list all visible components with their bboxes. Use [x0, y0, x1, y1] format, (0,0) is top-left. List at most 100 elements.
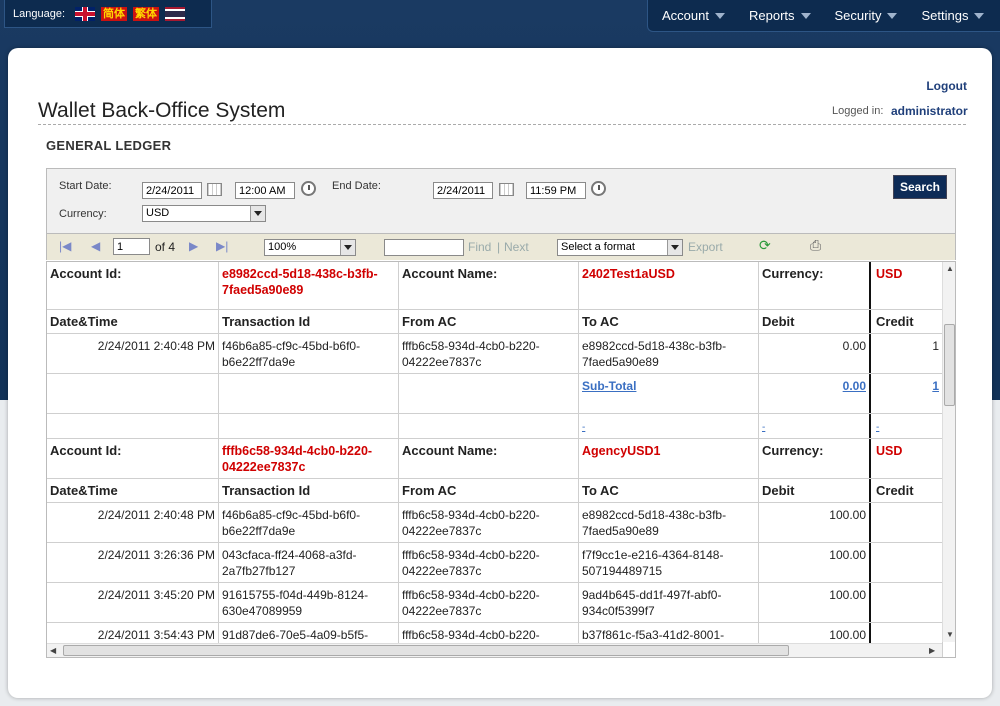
table-row: 2/24/2011 3:26:36 PM 043cfaca-ff24-4068-…	[47, 543, 943, 583]
menu-security[interactable]: Security	[821, 0, 908, 31]
column-header-row: Date&Time Transaction Id From AC To AC D…	[47, 479, 943, 503]
currency-label: Currency:	[759, 439, 871, 478]
scroll-up-icon[interactable]: ▲	[946, 264, 954, 273]
language-bar: Language: 简体 繁体	[4, 0, 212, 28]
logged-in-user[interactable]: administrator	[891, 104, 968, 118]
refresh-icon[interactable]: ⟳	[759, 237, 771, 254]
vertical-scrollbar[interactable]: ▲ ▼	[942, 262, 955, 642]
next-link[interactable]: Next	[504, 240, 529, 254]
row-transaction-id: f46b6a85-cf9c-45bd-b6f0-b6e22ff7da9e	[219, 503, 399, 542]
table-row: 2/24/2011 3:45:20 PM 91615755-f04d-449b-…	[47, 583, 943, 623]
scroll-right-icon[interactable]: ▶	[929, 646, 935, 655]
traditional-chinese-link[interactable]: 繁体	[133, 6, 159, 21]
search-button[interactable]: Search	[893, 175, 947, 199]
horizontal-scrollbar[interactable]: ◀ ▶	[47, 643, 942, 657]
menu-reports-label: Reports	[748, 8, 795, 23]
find-link[interactable]: Find	[468, 240, 491, 254]
spacer-row: - - -	[47, 414, 943, 439]
divider	[38, 124, 966, 125]
toolbar-separator: |	[497, 240, 501, 254]
row-debit: 0.00	[759, 334, 871, 373]
account-header-row: Account Id: fffb6c58-934d-4cb0-b220-0422…	[47, 439, 943, 479]
zoom-select[interactable]: 100%	[264, 239, 356, 256]
currency-value: USD	[873, 262, 943, 309]
subtotal-row: Sub-Total 0.00 1	[47, 374, 943, 414]
next-page-icon[interactable]: ▶	[189, 239, 198, 253]
logout-link[interactable]: Logout	[926, 79, 967, 93]
currency-select[interactable]: USD	[142, 205, 266, 222]
row-to-ac: e8982ccd-5d18-438c-b3fb-7faed5a90e89	[579, 334, 759, 373]
horizontal-scroll-thumb[interactable]	[63, 645, 789, 656]
empty-cell	[399, 374, 579, 413]
page-count: of 4	[155, 240, 176, 254]
start-time-input[interactable]	[235, 182, 295, 199]
empty-cell	[219, 414, 399, 438]
last-page-icon[interactable]: ▶|	[216, 239, 228, 253]
export-format-select[interactable]: Select a format	[557, 239, 683, 256]
chevron-down-icon	[340, 240, 355, 255]
main-panel: Logout Wallet Back-Office System Logged …	[8, 48, 992, 698]
start-date-input[interactable]	[142, 182, 202, 199]
first-page-icon[interactable]: |◀	[59, 239, 71, 253]
simplified-chinese-link[interactable]: 简体	[101, 6, 127, 21]
menu-account[interactable]: Account	[648, 0, 735, 31]
menu-reports[interactable]: Reports	[735, 0, 821, 31]
col-credit: Credit	[873, 479, 943, 502]
subtotal-credit-link[interactable]: 1	[932, 379, 939, 393]
row-from-ac: fffb6c58-934d-4cb0-b220-04222ee7837c	[399, 334, 579, 373]
row-to-ac: f7f9cc1e-e216-4364-8148-507194489715	[579, 543, 759, 582]
row-debit: 100.00	[759, 583, 871, 622]
row-debit: 100.00	[759, 543, 871, 582]
menu-settings[interactable]: Settings	[907, 0, 994, 31]
end-time-input[interactable]	[526, 182, 586, 199]
export-link[interactable]: Export	[688, 240, 723, 254]
account-name-value: AgencyUSD1	[579, 439, 759, 478]
subtotal-debit-link[interactable]: 0.00	[843, 379, 866, 393]
account-name-value: 2402Test1aUSD	[579, 262, 759, 309]
dash-link[interactable]: -	[582, 422, 585, 433]
subtotal-link[interactable]: Sub-Total	[582, 379, 636, 393]
row-transaction-id: f46b6a85-cf9c-45bd-b6f0-b6e22ff7da9e	[219, 334, 399, 373]
account-name-label: Account Name:	[399, 439, 579, 478]
account-id-value: fffb6c58-934d-4cb0-b220-04222ee7837c	[219, 439, 399, 478]
chevron-down-icon	[974, 12, 985, 19]
table-row: 2/24/2011 2:40:48 PM f46b6a85-cf9c-45bd-…	[47, 503, 943, 543]
calendar-icon[interactable]	[499, 183, 514, 196]
row-datetime: 2/24/2011 2:40:48 PM	[47, 503, 219, 542]
print-icon[interactable]: ⎙	[810, 237, 821, 254]
uk-flag-icon[interactable]	[75, 6, 95, 21]
page-number-input[interactable]	[113, 238, 150, 255]
col-credit: Credit	[873, 310, 943, 333]
report-toolbar: |◀ ◀ of 4 ▶ ▶| 100% Find | Next Select a…	[46, 234, 956, 260]
row-transaction-id: 043cfaca-ff24-4068-a3fd-2a7fb27fb127	[219, 543, 399, 582]
start-date-label: Start Date:	[59, 180, 112, 192]
thai-flag-icon[interactable]	[165, 6, 185, 21]
dash-link[interactable]: -	[762, 422, 765, 433]
top-menu: Account Reports Security Settings	[647, 0, 1000, 32]
column-header-row: Date&Time Transaction Id From AC To AC D…	[47, 310, 943, 334]
vertical-scroll-thumb[interactable]	[944, 324, 955, 406]
row-to-ac: 9ad4b645-dd1f-497f-abf0-934c0f5399f7	[579, 583, 759, 622]
calendar-icon[interactable]	[207, 183, 222, 196]
dash-link[interactable]: -	[876, 422, 879, 433]
row-credit: 1	[873, 334, 943, 373]
clock-icon[interactable]	[301, 181, 316, 196]
table-row: 2/24/2011 2:40:48 PM f46b6a85-cf9c-45bd-…	[47, 334, 943, 374]
empty-cell	[47, 374, 219, 413]
row-from-ac: fffb6c58-934d-4cb0-b220-04222ee7837c	[399, 503, 579, 542]
scroll-left-icon[interactable]: ◀	[50, 646, 56, 655]
end-date-input[interactable]	[433, 182, 493, 199]
scroll-down-icon[interactable]: ▼	[946, 630, 954, 639]
col-transaction-id: Transaction Id	[219, 479, 399, 502]
row-from-ac: fffb6c58-934d-4cb0-b220-04222ee7837c	[399, 583, 579, 622]
col-to-ac: To AC	[579, 479, 759, 502]
find-input[interactable]	[384, 239, 464, 256]
chevron-down-icon	[250, 206, 265, 221]
prev-page-icon[interactable]: ◀	[91, 239, 100, 253]
row-credit	[873, 503, 943, 542]
clock-icon[interactable]	[591, 181, 606, 196]
row-debit: 100.00	[759, 503, 871, 542]
row-transaction-id: 91615755-f04d-449b-8124-630e47089959	[219, 583, 399, 622]
end-date-label: End Date:	[332, 180, 381, 192]
chevron-down-icon	[800, 12, 811, 19]
